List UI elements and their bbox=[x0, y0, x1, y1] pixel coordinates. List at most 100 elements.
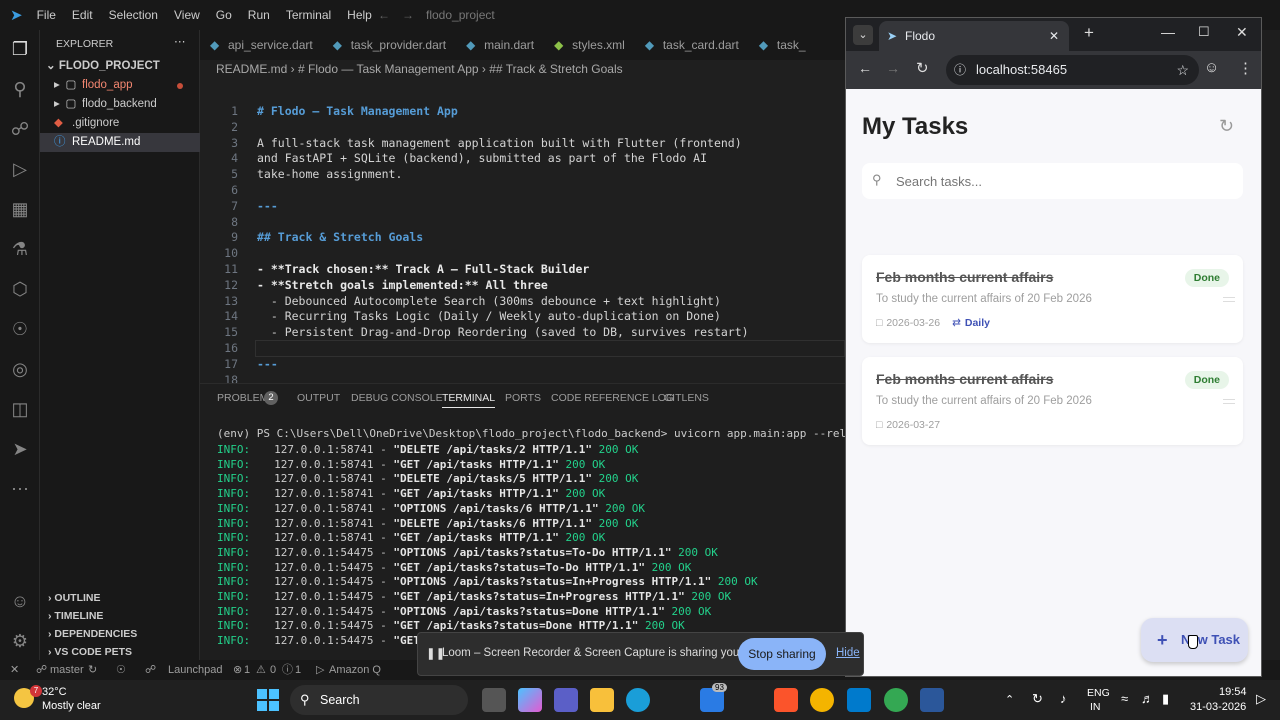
profile-icon[interactable]: ☺ bbox=[1204, 59, 1219, 76]
chrome-icon[interactable] bbox=[810, 688, 834, 712]
address-bar[interactable]: ⓘ localhost:58465 ☆ bbox=[946, 55, 1199, 85]
maximize-icon[interactable]: ☐ bbox=[1198, 24, 1210, 40]
edge-icon[interactable] bbox=[626, 688, 650, 712]
reload-icon[interactable]: ↻ bbox=[916, 59, 929, 77]
back-icon[interactable]: ← bbox=[858, 60, 872, 76]
refresh-icon[interactable]: ↻ bbox=[1219, 116, 1234, 137]
forward-icon[interactable]: → bbox=[886, 60, 900, 76]
editor-tab[interactable]: ◆ task_provider.dart bbox=[323, 30, 456, 60]
terminal[interactable]: (env) PS C:\Users\Dell\OneDrive\Desktop\… bbox=[200, 424, 845, 660]
panel-tab-output[interactable]: OUTPUT bbox=[297, 392, 340, 404]
package-icon[interactable]: ◫ bbox=[9, 398, 31, 420]
more-icon[interactable]: ⋯ bbox=[9, 478, 31, 500]
chrome-active-icon[interactable] bbox=[884, 688, 908, 712]
volume-icon[interactable]: ♬ bbox=[1141, 691, 1154, 706]
new-tab-icon[interactable]: + bbox=[1084, 23, 1094, 43]
browser-tab-flodo[interactable]: ➤ Flodo ✕ bbox=[879, 21, 1069, 51]
sidebar-section[interactable]: › VS CODE PETS bbox=[40, 643, 200, 661]
code-editor[interactable]: 1 # Flodo — Task Management App 2 3 A full-s… bbox=[200, 78, 845, 383]
bookmark-star-icon[interactable]: ☆ bbox=[1176, 55, 1189, 85]
editor-tab[interactable]: ◆ api_service.dart bbox=[200, 30, 323, 60]
tray-app-icon[interactable]: ↻ bbox=[1032, 691, 1043, 707]
close-window-icon[interactable]: ✕ bbox=[1236, 24, 1248, 41]
panel-tab-code-reference-log[interactable]: CODE REFERENCE LOG bbox=[551, 392, 674, 404]
source-control-icon[interactable]: ☍ bbox=[9, 118, 31, 140]
forward-arrow-icon[interactable]: → bbox=[402, 8, 414, 22]
command-center[interactable]: flodo_project bbox=[426, 8, 495, 22]
project-root[interactable]: ⌄ FLODO_PROJECT bbox=[40, 57, 200, 76]
tab-search-icon[interactable]: ⌄ bbox=[853, 25, 873, 45]
menu-item-terminal[interactable]: Terminal bbox=[286, 8, 331, 22]
task-card[interactable]: Feb months current affairs Done To study t… bbox=[862, 357, 1243, 445]
editor-tab[interactable]: ◆ task_ bbox=[749, 30, 816, 60]
editor-tab[interactable]: ◆ task_card.dart bbox=[635, 30, 749, 60]
task-card[interactable]: Feb months current affairs Done To study t… bbox=[862, 255, 1243, 343]
weather-widget[interactable]: 7 32°C Mostly clear bbox=[12, 684, 132, 716]
remote-icon[interactable]: ⬡ bbox=[9, 278, 31, 300]
browser-menu-icon[interactable]: ⋮ bbox=[1238, 59, 1253, 77]
search-icon[interactable]: ⚲ bbox=[9, 78, 31, 100]
explorer-more-icon[interactable]: ⋯ bbox=[174, 34, 186, 48]
store-icon[interactable]: 93 bbox=[700, 683, 727, 712]
error-count[interactable]: 1 bbox=[244, 660, 250, 680]
editor-tab[interactable]: ◆ main.dart bbox=[456, 30, 544, 60]
menu-item-go[interactable]: Go bbox=[216, 8, 232, 22]
close-tab-icon[interactable]: ✕ bbox=[1049, 21, 1059, 51]
menu-item-help[interactable]: Help bbox=[347, 8, 372, 22]
back-arrow-icon[interactable]: ← bbox=[378, 8, 390, 22]
panel-tab-ports[interactable]: PORTS bbox=[505, 392, 541, 404]
explorer-item[interactable]: ▸ ▢ flodo_backend bbox=[40, 95, 200, 114]
sidebar-section[interactable]: › TIMELINE bbox=[40, 607, 200, 625]
menu-item-view[interactable]: View bbox=[174, 8, 200, 22]
sidebar-section[interactable]: › DEPENDENCIES bbox=[40, 625, 200, 643]
copilot-icon[interactable] bbox=[518, 688, 542, 712]
vscode-icon[interactable] bbox=[847, 688, 871, 712]
sync-icon[interactable]: ↻ bbox=[88, 660, 97, 680]
menu-item-edit[interactable]: Edit bbox=[72, 8, 93, 22]
wifi-icon[interactable]: ≈ bbox=[1121, 691, 1128, 706]
run-debug-icon[interactable]: ▷ bbox=[9, 158, 31, 180]
drag-handle-icon[interactable] bbox=[1223, 297, 1235, 302]
taskbar-search[interactable]: ⚲ Search bbox=[290, 685, 468, 715]
search-box[interactable]: ⚲ bbox=[862, 163, 1243, 199]
clock-date[interactable]: 31-03-2026 bbox=[1190, 701, 1246, 713]
file-explorer-icon[interactable] bbox=[590, 688, 614, 712]
menu-item-run[interactable]: Run bbox=[248, 8, 270, 22]
settings-gear-icon[interactable]: ⚙ bbox=[9, 630, 31, 652]
sidebar-section[interactable]: › OUTLINE bbox=[40, 589, 200, 607]
explorer-item[interactable]: ⓘ README.md bbox=[40, 133, 200, 152]
branch-name[interactable]: master bbox=[50, 660, 84, 680]
battery-icon[interactable]: ▮ bbox=[1162, 691, 1169, 707]
drag-handle-icon[interactable] bbox=[1223, 399, 1235, 404]
gitlens-icon[interactable]: ☉ bbox=[9, 318, 31, 340]
stop-sharing-button[interactable]: Stop sharing bbox=[738, 638, 826, 670]
notification-bell-icon[interactable]: ▷ bbox=[1256, 691, 1266, 707]
explorer-icon[interactable]: ❐ bbox=[9, 38, 31, 60]
lang-in[interactable]: IN bbox=[1090, 701, 1101, 713]
explorer-item[interactable]: ◆ .gitignore bbox=[40, 114, 200, 133]
teams-icon[interactable] bbox=[554, 688, 578, 712]
breadcrumb[interactable]: README.md › # Flodo — Task Management Ap… bbox=[200, 60, 845, 78]
remote-icon[interactable]: ✕ bbox=[10, 660, 19, 680]
testing-icon[interactable]: ⚗ bbox=[9, 238, 31, 260]
site-info-icon[interactable]: ⓘ bbox=[954, 55, 966, 85]
extensions-icon[interactable]: ▦ bbox=[9, 198, 31, 220]
flutter-icon[interactable]: ➤ bbox=[9, 438, 31, 460]
clock-time[interactable]: 19:54 bbox=[1219, 686, 1247, 698]
microphone-icon[interactable]: ♪ bbox=[1060, 691, 1067, 706]
brave-icon[interactable] bbox=[774, 688, 798, 712]
menu-item-file[interactable]: File bbox=[37, 8, 56, 22]
task-view-icon[interactable] bbox=[482, 688, 506, 712]
minimize-icon[interactable]: — bbox=[1161, 24, 1175, 40]
word-icon[interactable] bbox=[920, 688, 944, 712]
lang-eng[interactable]: ENG bbox=[1087, 687, 1110, 699]
graph-icon[interactable]: ☉ bbox=[116, 660, 126, 680]
hide-link[interactable]: Hide bbox=[836, 647, 860, 659]
amazon-q-label[interactable]: Amazon Q bbox=[329, 660, 381, 680]
info-count[interactable]: 1 bbox=[295, 660, 301, 680]
account-icon[interactable]: ☺ bbox=[9, 590, 31, 612]
docker-icon[interactable]: ◎ bbox=[9, 358, 31, 380]
start-button[interactable] bbox=[257, 689, 279, 711]
warning-count[interactable]: 0 bbox=[270, 660, 276, 680]
menu-item-selection[interactable]: Selection bbox=[109, 8, 158, 22]
